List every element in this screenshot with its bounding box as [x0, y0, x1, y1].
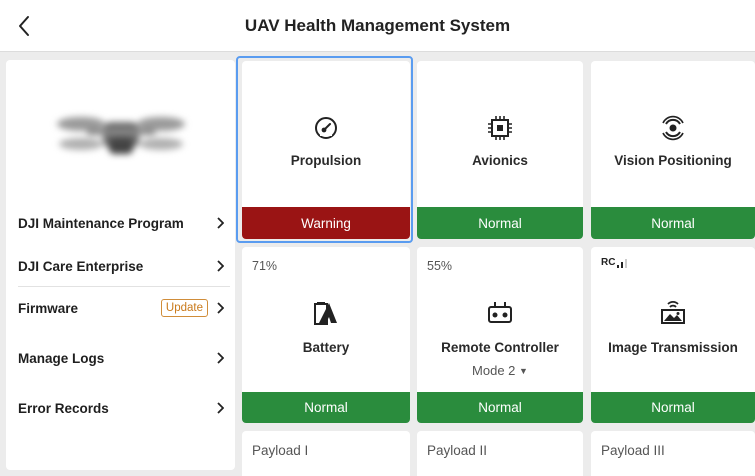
sidebar-item-label: DJI Care Enterprise: [18, 258, 144, 274]
module-card-battery[interactable]: 71% Battery Normal: [242, 247, 410, 423]
sidebar-item-label: Manage Logs: [18, 350, 105, 366]
sidebar-item-label: Error Records: [18, 400, 109, 416]
chip-icon: [488, 116, 512, 140]
status-badge: Normal: [591, 392, 755, 423]
module-name: Avionics: [472, 153, 528, 168]
update-badge[interactable]: Update: [160, 299, 208, 317]
status-badge: Normal: [417, 392, 583, 423]
status-badge: Warning: [242, 207, 410, 239]
module-name: Payload III: [601, 443, 665, 458]
chevron-right-icon: [214, 217, 226, 229]
sidebar-item-error-records[interactable]: Error Records: [18, 388, 226, 428]
divider: [18, 286, 230, 287]
mode-value: Mode 2: [472, 363, 516, 378]
image-transmission-icon: [661, 301, 685, 324]
module-name: Remote Controller: [441, 340, 559, 355]
rc-signal-indicator: RC: [601, 257, 630, 268]
caret-down-icon: ▼: [519, 366, 528, 376]
rc-battery-level: 55%: [427, 259, 453, 273]
module-card-payload-1[interactable]: Payload I: [242, 431, 410, 476]
module-name: Payload II: [427, 443, 488, 458]
signal-bars-icon: [617, 259, 628, 268]
module-name: Vision Positioning: [614, 153, 732, 168]
battery-level: 71%: [252, 259, 278, 273]
module-name: Battery: [302, 340, 350, 355]
gauge-icon: [315, 117, 337, 139]
module-name: Image Transmission: [608, 340, 738, 355]
module-card-image-transmission[interactable]: RC Image Transmission Normal: [591, 247, 755, 423]
module-card-avionics[interactable]: Avionics Normal: [417, 61, 583, 239]
module-name: Payload I: [252, 443, 309, 458]
module-name: Propulsion: [290, 153, 362, 168]
chevron-right-icon: [214, 302, 226, 314]
drone-image: [56, 117, 185, 154]
camera-lens-icon: [662, 115, 684, 141]
status-badge: Normal: [417, 207, 583, 239]
signal-label: RC: [601, 257, 616, 268]
header-bar: UAV Health Management System: [0, 0, 755, 52]
page-title: UAV Health Management System: [244, 16, 511, 35]
sidebar-item-manage-logs[interactable]: Manage Logs: [18, 338, 226, 378]
module-card-payload-2[interactable]: Payload II: [417, 431, 583, 476]
module-card-vision-positioning[interactable]: Vision Positioning Normal: [591, 61, 755, 239]
status-badge: Normal: [242, 392, 410, 423]
sidebar-item-label: DJI Maintenance Program: [18, 215, 184, 231]
chevron-right-icon: [214, 402, 226, 414]
chevron-right-icon: [214, 352, 226, 364]
sidebar-item-care-enterprise[interactable]: DJI Care Enterprise: [18, 246, 226, 286]
sidebar-item-firmware[interactable]: Firmware Update: [18, 288, 226, 328]
battery-icon: [314, 302, 337, 325]
chevron-right-icon: [214, 260, 226, 272]
sidebar-item-maintenance-program[interactable]: DJI Maintenance Program: [18, 203, 226, 243]
firmware-actions: Update: [160, 299, 226, 317]
remote-controller-icon: [488, 302, 512, 323]
module-card-payload-3[interactable]: Payload III: [591, 431, 755, 476]
module-card-remote-controller[interactable]: 55% Remote Controller Mode 2 ▼ Normal: [417, 247, 583, 423]
mode-select[interactable]: Mode 2 ▼: [417, 363, 583, 378]
status-badge: Normal: [591, 207, 755, 239]
sidebar: DJI Maintenance Program DJI Care Enterpr…: [6, 60, 235, 470]
module-card-propulsion[interactable]: Propulsion Warning: [242, 61, 410, 239]
sidebar-item-label: Firmware: [18, 300, 79, 316]
